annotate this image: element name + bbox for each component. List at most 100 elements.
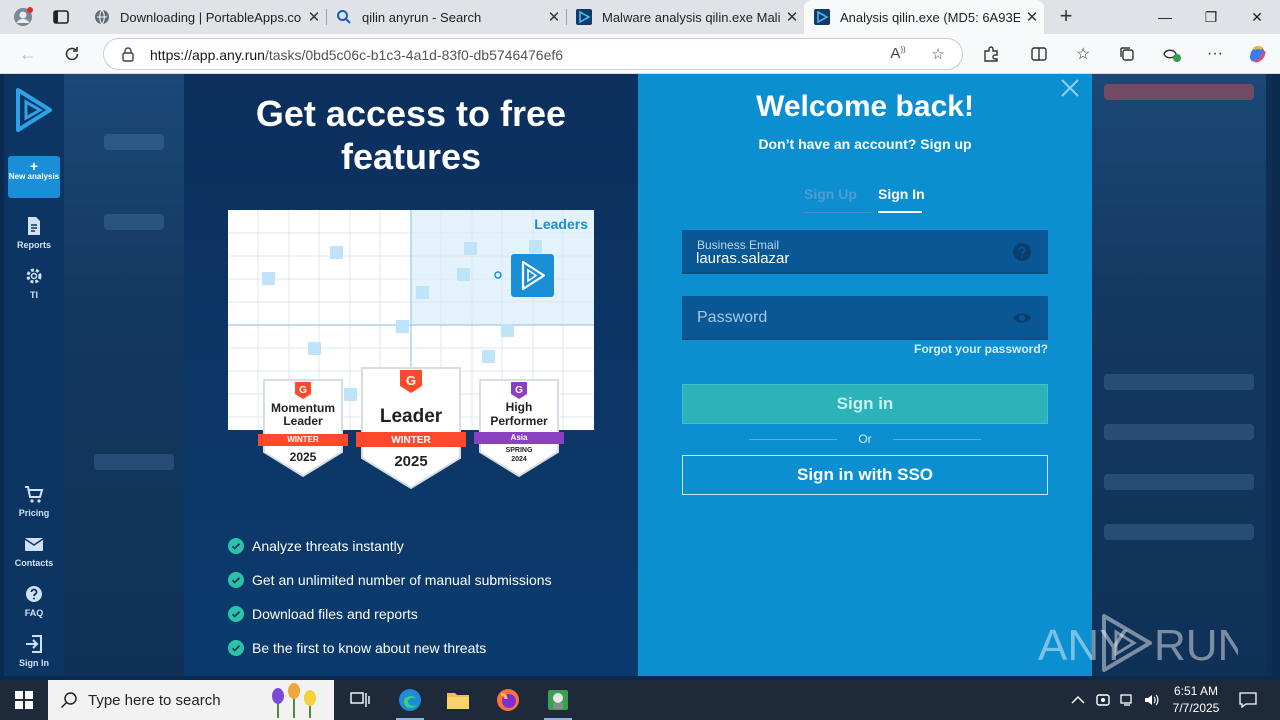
- feature-list: Analyze threats instantly Get an unlimit…: [228, 536, 552, 672]
- file-explorer-icon[interactable]: [434, 680, 482, 720]
- new-analysis-button[interactable]: + New analysis: [8, 156, 60, 198]
- tab-portableapps[interactable]: Downloading | PortableApps.com ✕: [84, 0, 326, 34]
- or-divider: Or: [682, 432, 1048, 446]
- clock-time: 6:51 AM: [1173, 684, 1219, 698]
- forgot-password-link[interactable]: Forgot your password?: [914, 342, 1048, 356]
- password-field[interactable]: Password: [682, 296, 1048, 340]
- sidebar-item-pricing[interactable]: Pricing: [4, 484, 64, 518]
- badge-2-ribbon: WINTER: [391, 435, 431, 446]
- read-aloud-icon[interactable]: A)): [888, 45, 908, 65]
- check-circle-icon: [228, 538, 244, 554]
- minimize-icon[interactable]: —: [1142, 0, 1188, 34]
- start-button[interactable]: [0, 680, 48, 720]
- sidebar-item-contacts[interactable]: Contacts: [4, 534, 64, 568]
- check-circle-icon: [228, 572, 244, 588]
- collections-icon[interactable]: [1115, 42, 1139, 66]
- notifications-icon[interactable]: [1232, 680, 1264, 720]
- page-scrollbar[interactable]: [1266, 74, 1272, 676]
- sign-in-button[interactable]: Sign in: [682, 384, 1048, 424]
- sidebar-item-label: Pricing: [18, 508, 50, 518]
- volume-icon[interactable]: [1140, 680, 1162, 720]
- anyrun-logo-icon[interactable]: [12, 86, 56, 134]
- restore-icon[interactable]: ❐: [1188, 0, 1234, 34]
- lock-icon[interactable]: [120, 46, 136, 62]
- email-field[interactable]: Business Email: [682, 230, 1048, 274]
- split-screen-icon[interactable]: [1027, 42, 1051, 66]
- tab-sign-up[interactable]: Sign Up: [804, 186, 857, 202]
- tab-actions-icon[interactable]: [50, 6, 72, 28]
- extensions-icon[interactable]: [979, 42, 1003, 66]
- profile-icon[interactable]: [12, 6, 34, 28]
- more-options-icon[interactable]: ···: [1203, 42, 1227, 66]
- blurred-row: [94, 454, 174, 470]
- blurred-row: [1104, 374, 1254, 390]
- network-icon[interactable]: [1116, 680, 1138, 720]
- sidebar-item-signin[interactable]: Sign In: [4, 634, 64, 668]
- refresh-icon[interactable]: [60, 42, 84, 66]
- favorites-icon[interactable]: ☆: [1071, 42, 1095, 66]
- badge-2-title: Leader: [379, 406, 443, 427]
- badge-2-year: 2025: [394, 453, 428, 470]
- auth-tabs: Sign Up Sign In: [804, 184, 934, 214]
- badge-1-ribbon: WINTER: [287, 435, 319, 444]
- signup-prompt-link[interactable]: Don’t have an account? Sign up: [638, 136, 1092, 152]
- meet-now-icon[interactable]: [1092, 680, 1114, 720]
- windows-logo-icon: [15, 691, 33, 709]
- feature-item: Be the first to know about new threats: [228, 638, 552, 672]
- sidebar-item-reports[interactable]: Reports: [4, 216, 64, 250]
- promo-title-line1: Get access to free: [255, 93, 567, 134]
- taskbar-search-box[interactable]: Type here to search: [48, 680, 334, 720]
- tab-analysis-active[interactable]: Analysis qilin.exe (MD5: 6A93E618 ✕: [804, 0, 1044, 34]
- watermark-text-run: RUN: [1154, 621, 1238, 670]
- show-password-eye-icon[interactable]: [1012, 308, 1032, 328]
- badge-3-year: SPRING 2024: [505, 447, 533, 463]
- question-icon: [26, 586, 42, 602]
- plus-icon: +: [29, 158, 39, 174]
- promo-panel: Get access to free features Leaders G Mo…: [184, 74, 638, 676]
- page-viewport: + New analysis Reports TI Pricing Contac…: [4, 74, 1272, 676]
- close-tab-icon[interactable]: ✕: [1020, 8, 1044, 26]
- new-tab-button[interactable]: +: [1054, 4, 1078, 28]
- app-taskbar-icon[interactable]: [534, 680, 582, 720]
- feature-text: Analyze threats instantly: [252, 538, 404, 554]
- tab-malware-analysis[interactable]: Malware analysis qilin.exe Malicio ✕: [566, 0, 804, 34]
- tab-underline: [804, 212, 874, 213]
- leaders-label: Leaders: [534, 216, 588, 232]
- gear-icon: [26, 268, 42, 284]
- svg-text:G: G: [515, 385, 523, 396]
- sso-button[interactable]: Sign in with SSO: [682, 455, 1048, 495]
- tab-sign-in[interactable]: Sign In: [878, 186, 925, 202]
- email-input[interactable]: [696, 250, 996, 267]
- sidebar-item-faq[interactable]: FAQ: [4, 584, 64, 618]
- address-bar[interactable]: https://app.any.run/tasks/0bd5c06c-b1c3-…: [103, 38, 963, 70]
- new-analysis-label: New analysis: [8, 172, 60, 181]
- taskbar-clock[interactable]: 6:51 AM 7/7/2025: [1164, 683, 1228, 717]
- task-view-icon[interactable]: [336, 680, 384, 720]
- help-icon[interactable]: [1012, 242, 1032, 262]
- firefox-icon[interactable]: [484, 680, 532, 720]
- sidebar-item-label: TI: [30, 290, 38, 300]
- back-icon[interactable]: ←: [16, 42, 40, 66]
- show-hidden-icons[interactable]: [1068, 680, 1088, 720]
- url-path: /tasks/0bd5c06c-b1c3-4a1d-83f0-db5746476…: [264, 47, 564, 63]
- close-tab-icon[interactable]: ✕: [302, 8, 326, 26]
- check-circle-icon: [228, 640, 244, 656]
- sidebar-item-label: Sign In: [19, 658, 49, 668]
- feature-text: Download files and reports: [252, 606, 418, 622]
- welcome-title: Welcome back!: [756, 90, 974, 123]
- edge-taskbar-icon[interactable]: [386, 680, 434, 720]
- close-tab-icon[interactable]: ✕: [780, 8, 804, 26]
- copilot-icon[interactable]: [1245, 42, 1269, 66]
- sidebar-item-ti[interactable]: TI: [4, 266, 64, 300]
- tab-search[interactable]: qilin anyrun - Search ✕: [326, 0, 566, 34]
- url-text[interactable]: https://app.any.run/tasks/0bd5c06c-b1c3-…: [150, 47, 563, 63]
- close-window-icon[interactable]: ✕: [1234, 0, 1280, 34]
- address-toolbar: ← https://app.any.run/tasks/0bd5c06c-b1c…: [0, 34, 1280, 74]
- blurred-row: [1104, 424, 1254, 440]
- badge-1-year: 2025: [289, 450, 317, 464]
- blurred-row: [1104, 474, 1254, 490]
- favorite-star-icon[interactable]: ☆: [928, 45, 948, 65]
- browser-essentials-icon[interactable]: [1160, 42, 1184, 66]
- taskbar-search-placeholder: Type here to search: [88, 692, 221, 709]
- close-tab-icon[interactable]: ✕: [542, 8, 566, 26]
